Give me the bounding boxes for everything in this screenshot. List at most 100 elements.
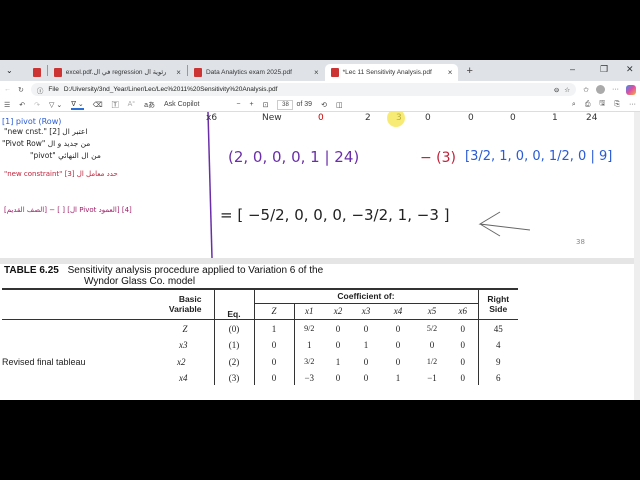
cell-x6: 0 <box>448 352 479 371</box>
row-label-cell: x3 <box>2 338 215 352</box>
tab-data-analytics[interactable]: Data Analytics exam 2025.pdf × <box>188 64 325 81</box>
close-tab-icon[interactable]: × <box>314 68 319 77</box>
close-window-button[interactable]: ✕ <box>626 64 634 75</box>
favorites-icon[interactable]: ✩ <box>583 86 589 94</box>
table-body: Z (0) 1 9/2 0 0 0 5/2 0 45 x3 (1) 0 1 0 1 0 0 0 4 Revised fi… <box>2 319 518 385</box>
note: "pivot" من ال النهائي <box>30 151 101 160</box>
tab-actions-chevron-icon[interactable]: ⌄ <box>6 66 13 75</box>
address-bar-row: ← ↻ ⓘ File D:/Uiversity/3nd_Year/Liner/L… <box>0 81 640 98</box>
cell-x6: 0 <box>448 319 479 338</box>
cell: 0 <box>318 113 324 123</box>
scrollbar[interactable] <box>634 112 640 400</box>
ask-copilot-button[interactable]: Ask Copilot <box>164 101 199 108</box>
cell-x3: 1 <box>363 340 369 350</box>
col-x5: x5 <box>416 303 448 320</box>
cell-x4: 1 <box>395 373 401 383</box>
tab-excel[interactable]: excel.pdf.في ال regression رئوية ال × <box>48 64 187 81</box>
zoom-in-button[interactable]: + <box>250 101 254 108</box>
cell-z: 1 <box>254 319 295 338</box>
note-pivot-row: [1] pivot (Row) <box>2 117 61 126</box>
table-row: Revised final tableau x2 (2) 0 3/2 1 0 0 1/2 0 9 <box>2 352 518 371</box>
contents-icon[interactable]: ☰ <box>4 101 10 109</box>
fit-page-icon[interactable]: ⊡ <box>263 101 269 109</box>
row-label-cell: Z <box>2 319 215 338</box>
cell-x6: 0 <box>448 371 479 385</box>
undo-icon[interactable]: ↶ <box>19 101 25 109</box>
zoom-out-button[interactable]: − <box>236 101 240 108</box>
cell-rhs: 4 <box>496 340 501 350</box>
profile-avatar[interactable] <box>596 85 605 94</box>
basic-var: x2 <box>177 356 186 367</box>
cell-x4: 0 <box>395 340 401 350</box>
favorite-icon[interactable]: ☆ <box>564 86 570 94</box>
print-icon[interactable]: ⎙ <box>585 101 591 109</box>
tableau-table: Basic Variable Eq. Coefficient of: Right S… <box>2 288 518 385</box>
cell: New <box>262 113 282 123</box>
slide-page-number: 38 <box>576 238 585 246</box>
equation-pivot-row: [3/2, 1, 0, 0, 1/2, 0 | 9] <box>465 149 612 164</box>
cell-x2: 0 <box>335 323 341 334</box>
redo-icon[interactable]: ↷ <box>34 101 40 109</box>
equation-result: = [ −5/2, 0, 0, 0, −3/2, 1, −3 ] <box>220 206 450 224</box>
pdf-icon <box>32 67 41 77</box>
save-icon[interactable]: 🖫 <box>599 99 605 110</box>
col-x4: x4 <box>380 303 416 320</box>
back-icon[interactable]: ← <box>4 86 11 93</box>
cell-x2: 0 <box>335 340 341 350</box>
more-icon[interactable]: ··· <box>629 101 636 108</box>
cell-x5: 5/2 <box>426 324 438 334</box>
text-icon[interactable]: 🅃 <box>112 100 119 110</box>
save-as-icon[interactable]: ⎘ <box>614 101 620 109</box>
cell: 1 <box>552 113 558 123</box>
cell-x5: 1/2 <box>426 357 438 366</box>
eq-cell: (1) <box>214 338 255 352</box>
basic-var: x3 <box>179 340 188 350</box>
tab-lec11[interactable]: *Lec 11 Sensitivity Analysis.pdf × <box>324 63 459 81</box>
page-count: of 39 <box>296 101 313 108</box>
page-number-input[interactable]: 38 <box>277 99 294 110</box>
url-field[interactable]: ⓘ File D:/Uiversity/3nd_Year/Liner/Lec/L… <box>30 83 577 96</box>
basic-var: Z <box>182 323 188 334</box>
refresh-icon[interactable]: ↻ <box>18 86 24 94</box>
restore-button[interactable]: ❐ <box>600 64 608 75</box>
col-x3: x3 <box>352 303 380 320</box>
tab-pinned[interactable] <box>27 64 47 81</box>
draw-icon[interactable]: ∇ ⌄ <box>71 100 84 110</box>
translate-icon[interactable]: aあ <box>144 100 155 110</box>
erase-icon[interactable]: ⌫ <box>93 101 103 109</box>
cell-z: 0 <box>254 338 295 352</box>
copilot-icon[interactable] <box>626 84 636 95</box>
cell-x6: 0 <box>448 338 479 352</box>
url-prefix: File <box>48 86 59 93</box>
pdf-page-table: TABLE 6.25 Sensitivity analysis procedur… <box>0 264 634 400</box>
new-tab-button[interactable]: + <box>466 65 472 77</box>
eq-cell: (0) <box>214 319 255 338</box>
cell-x4: 0 <box>395 323 401 334</box>
cell-x5: 0 <box>429 340 435 350</box>
col-x2: x2 <box>324 303 352 320</box>
h: Variable <box>168 304 202 315</box>
zoom-icon[interactable]: ⊖ <box>554 86 559 94</box>
tab-bar: ⌄ excel.pdf.في ال regression رئوية ال × D… <box>0 60 640 81</box>
close-tab-icon[interactable]: × <box>176 68 181 77</box>
minimize-button[interactable]: – <box>570 64 575 74</box>
search-icon[interactable]: ⌕ <box>572 101 576 109</box>
highlight-icon[interactable]: ▽ ⌄ <box>49 101 62 109</box>
close-tab-icon[interactable]: × <box>448 68 453 77</box>
more-icon[interactable]: ··· <box>612 86 619 93</box>
header-coefficient: Coefficient of: <box>254 289 479 304</box>
col-x6: x6 <box>448 303 479 320</box>
page-view-icon[interactable]: ◫ <box>336 101 343 109</box>
cell-x1: 9/2 <box>304 324 315 334</box>
col-z: Z <box>254 303 295 320</box>
highlight-mark <box>387 112 405 127</box>
row-label-cell: Revised final tableau x2 <box>2 352 215 371</box>
rotate-icon[interactable]: ⟲ <box>321 101 327 109</box>
cell-rhs: 9 <box>496 356 501 367</box>
row-label: Revised final tableau <box>2 356 86 367</box>
eq-cell: (2) <box>214 352 255 371</box>
divider-line <box>207 112 213 258</box>
slide-drawing: x6 New 0 2 3 0 0 0 1 24 [1] pivot (Row) … <box>2 112 612 258</box>
text-size-icon[interactable]: A° <box>128 101 135 108</box>
h: Right <box>487 294 510 305</box>
